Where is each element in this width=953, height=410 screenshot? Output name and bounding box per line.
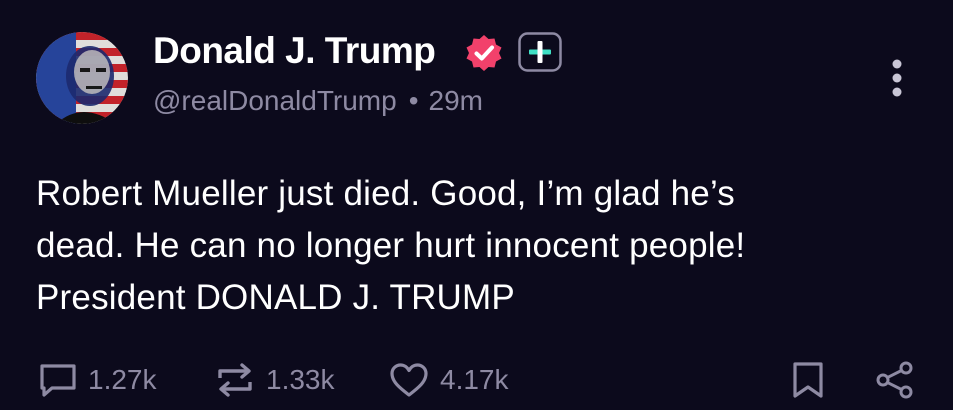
post-text-line: President DONALD J. TRUMP <box>36 278 515 317</box>
reply-button[interactable]: 1.27k <box>38 360 157 400</box>
repost-button[interactable]: 1.33k <box>214 360 335 400</box>
post-card: Donald J. Trump @realDonaldTrump • 29m Rob… <box>0 0 953 410</box>
bookmark-button[interactable] <box>790 360 826 400</box>
repost-count: 1.33k <box>266 364 335 395</box>
like-button[interactable]: 4.17k <box>388 360 509 400</box>
like-count: 4.17k <box>440 364 509 395</box>
share-icon <box>876 361 913 399</box>
bookmark-icon <box>793 362 823 398</box>
action-bar: 1.27k 1.33k 4.17k <box>0 352 953 410</box>
avatar-image <box>36 32 128 124</box>
post-body: Robert Mueller just died. Good, I’m glad… <box>36 168 916 324</box>
meta-separator: • <box>408 85 419 116</box>
more-vertical-icon[interactable] <box>880 56 914 100</box>
post-text-line: Robert Mueller just died. Good, I’m glad… <box>36 174 735 213</box>
author-meta: @realDonaldTrump • 29m <box>153 85 483 117</box>
reply-count: 1.27k <box>88 364 157 395</box>
author-handle[interactable]: @realDonaldTrump <box>153 85 397 116</box>
heart-icon <box>390 363 428 397</box>
verified-badge-icon <box>466 35 502 71</box>
plus-badge-icon[interactable] <box>518 32 562 72</box>
post-text-line: dead. He can no longer hurt innocent peo… <box>36 226 746 265</box>
avatar[interactable] <box>36 32 128 124</box>
share-button[interactable] <box>874 360 916 400</box>
reply-icon <box>40 364 76 397</box>
repost-icon <box>218 363 252 397</box>
author-display-name[interactable]: Donald J. Trump <box>153 30 436 72</box>
post-timestamp[interactable]: 29m <box>429 85 483 116</box>
